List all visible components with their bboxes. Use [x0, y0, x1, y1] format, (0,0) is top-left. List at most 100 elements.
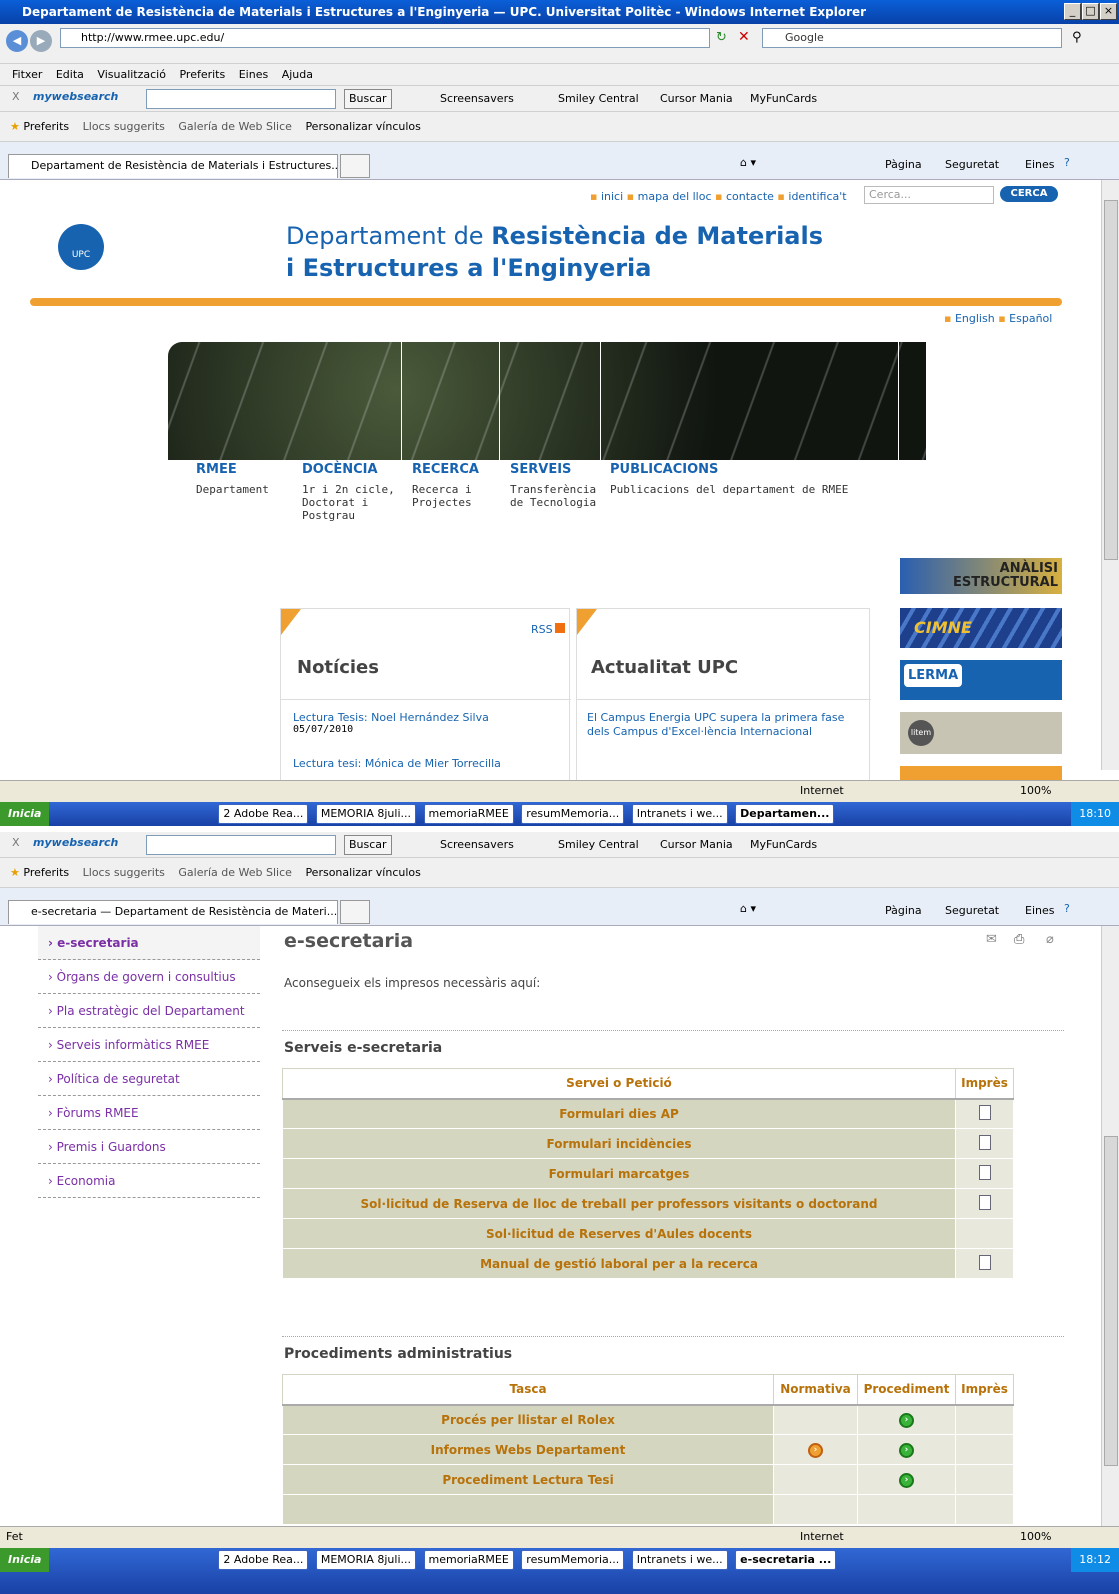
screensavers-link-2[interactable]: Screensavers	[440, 832, 514, 857]
address-input[interactable]: http://www.rmee.upc.edu/	[60, 28, 710, 48]
task-memoriarmee-1[interactable]: memoriaRMEE	[423, 804, 514, 824]
sidebar-item-organs[interactable]: › Òrgans de govern i consultius	[38, 960, 260, 994]
procediment-cell[interactable]: ›	[857, 1434, 956, 1465]
home-icon-2[interactable]: ⌂ ▾	[740, 902, 756, 915]
start-button-1[interactable]: Inicia	[0, 802, 50, 826]
buscar-button-2[interactable]: Buscar	[344, 835, 392, 855]
sidebar-item-premis[interactable]: › Premis i Guardons	[38, 1130, 260, 1164]
search-icon[interactable]: ⚲	[1072, 30, 1082, 45]
back-icon[interactable]: ◀	[6, 30, 28, 52]
galeria-webslice-link[interactable]: Galería de Web Slice	[178, 116, 292, 138]
upc-logo[interactable]: UPC	[58, 224, 104, 270]
table-row[interactable]: Formulari marcatges	[282, 1158, 1014, 1189]
menu-fitxer[interactable]: Fitxer	[12, 64, 42, 85]
task-memoria-2[interactable]: MEMORIA 8juli...	[315, 1550, 416, 1570]
new-tab-button[interactable]	[340, 154, 370, 178]
buscar-button[interactable]: Buscar	[344, 89, 392, 109]
seguretat-menu[interactable]: Seguretat	[945, 158, 999, 171]
menu-preferits[interactable]: Preferits	[179, 64, 225, 85]
lang-espanol[interactable]: Español	[1009, 312, 1052, 325]
task-memoria-1[interactable]: MEMORIA 8juli...	[315, 804, 416, 824]
cursor-mania-link-2[interactable]: Cursor Mania	[660, 832, 733, 857]
go-arrow-icon[interactable]: ›	[899, 1413, 914, 1429]
menu-rmee-title[interactable]: RMEE	[196, 462, 296, 477]
myfuncards-link-2[interactable]: MyFunCards	[750, 832, 817, 857]
document-icon[interactable]	[978, 1194, 991, 1210]
pagina-menu[interactable]: Pàgina	[885, 158, 922, 171]
go-arrow-icon[interactable]: ›	[899, 1443, 914, 1458]
menu-serveis[interactable]: SERVEIS Transferència de Tecnologia	[510, 462, 598, 509]
nav-mapa[interactable]: mapa del lloc	[638, 190, 712, 203]
actualitat-1[interactable]: El Campus Energia UPC supera la primera …	[587, 711, 857, 739]
sidebar-item-esecretaria[interactable]: › e-secretaria	[38, 926, 260, 960]
tasca-name[interactable]: Procediment Lectura Tesi	[282, 1464, 774, 1495]
close-toolbar-icon[interactable]: X	[12, 86, 20, 108]
doc-cell[interactable]	[955, 1188, 1014, 1219]
task-adobe-2[interactable]: 2 Adobe Rea...	[218, 1550, 309, 1570]
mywebsearch-input[interactable]	[146, 89, 336, 109]
zoom-level-1[interactable]: 100%	[1020, 781, 1051, 801]
banner-cimne[interactable]: CIMNE	[900, 608, 1062, 648]
eines-menu-2[interactable]: Eines	[1025, 904, 1054, 917]
llocs-suggerits-link[interactable]: Llocs suggerits	[83, 116, 165, 138]
personalizar-vinculos-link[interactable]: Personalizar vínculos	[305, 116, 420, 138]
sidebar-item-forums[interactable]: › Fòrums RMEE	[38, 1096, 260, 1130]
tasca-name[interactable]: Informes Webs Departament	[282, 1434, 774, 1465]
tab-rmee[interactable]: Departament de Resistència de Materials …	[8, 154, 338, 178]
servei-name[interactable]: Formulari marcatges	[282, 1158, 956, 1189]
normativa-cell[interactable]: ›	[773, 1434, 858, 1465]
nav-inici[interactable]: inici	[601, 190, 623, 203]
doc-cell[interactable]	[955, 1098, 1014, 1129]
task-intranets-2[interactable]: Intranets i we...	[631, 1550, 728, 1570]
browser-search-input[interactable]: Google	[762, 28, 1062, 48]
banner-analisi-estructural[interactable]: ANÀLISI ESTRUCTURAL	[900, 558, 1062, 594]
menu-ajuda[interactable]: Ajuda	[282, 64, 313, 85]
scrollbar-2[interactable]	[1101, 926, 1119, 1526]
doc-cell[interactable]	[955, 1248, 1014, 1279]
smiley-central-link-2[interactable]: Smiley Central	[558, 832, 639, 857]
servei-name[interactable]: Manual de gestió laboral per a la recerc…	[282, 1248, 956, 1279]
mywebsearch-logo[interactable]: mywebsearch	[33, 86, 118, 108]
nav-contacte[interactable]: contacte	[726, 190, 774, 203]
email-icon[interactable]: ✉	[986, 932, 997, 947]
eines-menu[interactable]: Eines	[1025, 158, 1054, 171]
print-icon[interactable]: ⎙	[1014, 932, 1024, 947]
sidebar-item-pla[interactable]: › Pla estratègic del Departament	[38, 994, 260, 1028]
llocs-suggerits-link-2[interactable]: Llocs suggerits	[83, 862, 165, 884]
mywebsearch-input-2[interactable]	[146, 835, 336, 855]
menu-serveis-title[interactable]: SERVEIS	[510, 462, 598, 477]
task-memoriarmee-2[interactable]: memoriaRMEE	[423, 1550, 514, 1570]
lang-english[interactable]: English	[955, 312, 995, 325]
doc-cell[interactable]	[955, 1128, 1014, 1159]
table-row[interactable]: Informes Webs Departament › ›	[282, 1434, 1014, 1465]
task-departament-1[interactable]: Departamen...	[735, 804, 835, 824]
task-esecretaria-2[interactable]: e-secretaria ...	[735, 1550, 837, 1570]
new-tab-button-2[interactable]	[340, 900, 370, 924]
help-icon-2[interactable]: ?	[1064, 902, 1070, 915]
menu-docencia[interactable]: DOCÈNCIA 1r i 2n cicle, Doctorat i Postg…	[302, 462, 402, 522]
servei-name[interactable]: Sol·licitud de Reserva de lloc de trebal…	[282, 1188, 956, 1219]
table-row[interactable]: Procediment Lectura Tesi ›	[282, 1464, 1014, 1495]
menu-recerca-title[interactable]: RECERCA	[412, 462, 492, 477]
table-row[interactable]: Formulari dies AP	[282, 1098, 1014, 1129]
document-icon[interactable]	[978, 1164, 991, 1180]
galeria-webslice-link-2[interactable]: Galería de Web Slice	[178, 862, 292, 884]
seguretat-menu-2[interactable]: Seguretat	[945, 904, 999, 917]
menu-visualitzacio[interactable]: Visualització	[97, 64, 166, 85]
banner-litem[interactable]: litem	[900, 712, 1062, 754]
site-search-input[interactable]: Cerca...	[864, 186, 994, 204]
maximize-button[interactable]: □	[1082, 3, 1099, 20]
forward-icon[interactable]: ▶	[30, 30, 52, 52]
preferits-button-2[interactable]: Preferits	[23, 862, 69, 884]
menu-recerca[interactable]: RECERCA Recerca i Projectes	[412, 462, 492, 509]
close-toolbar-icon-2[interactable]: X	[12, 832, 20, 854]
banner-lerma[interactable]: LERMA	[900, 660, 1062, 700]
document-icon[interactable]	[978, 1254, 991, 1270]
start-button-2[interactable]: Inicia	[0, 1548, 50, 1572]
myfuncards-link[interactable]: MyFunCards	[750, 86, 817, 111]
sidebar-item-economia[interactable]: › Economia	[38, 1164, 260, 1198]
table-row[interactable]: Sol·licitud de Reserves d'Aules docents	[282, 1218, 1014, 1249]
refresh-icon[interactable]: ↻	[716, 30, 727, 45]
noticia-1-title[interactable]: Lectura Tesis: Noel Hernández Silva	[293, 711, 563, 724]
noticia-1[interactable]: Lectura Tesis: Noel Hernández Silva 05/0…	[293, 711, 563, 735]
